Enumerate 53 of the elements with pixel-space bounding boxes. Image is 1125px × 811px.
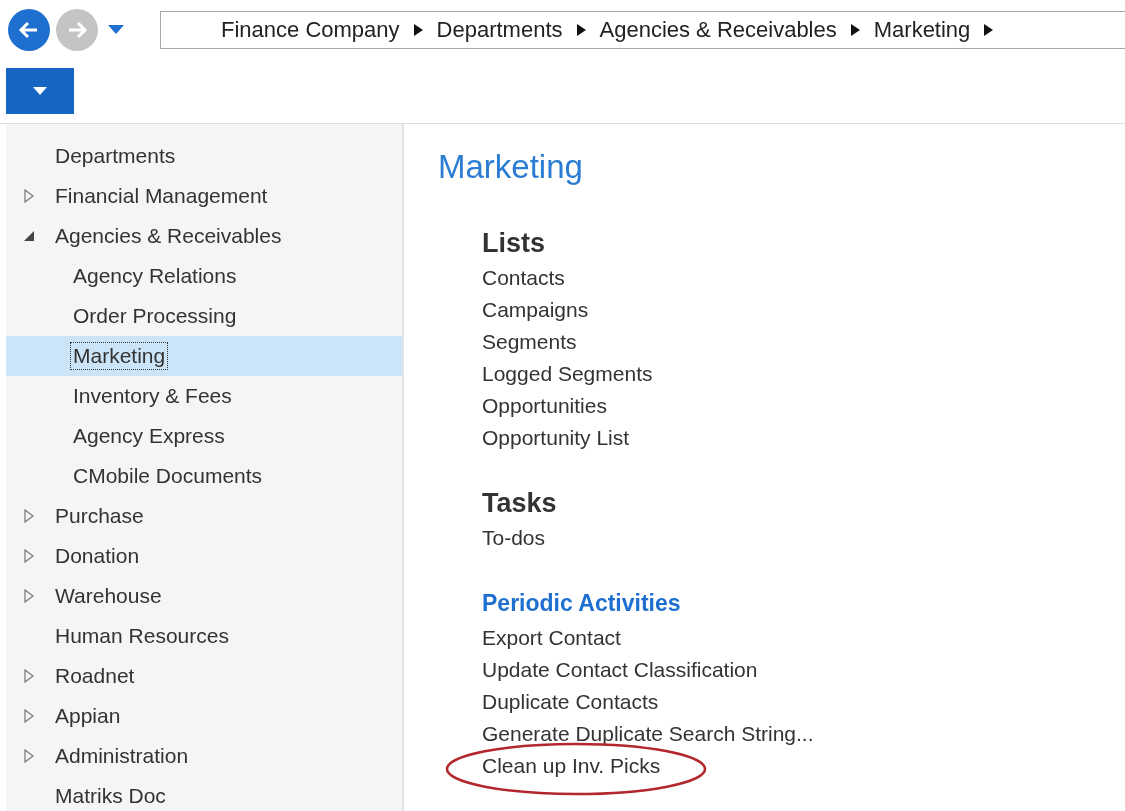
breadcrumb-item[interactable]: Finance Company	[221, 17, 400, 43]
action-link[interactable]: Duplicate Contacts	[482, 686, 659, 718]
tree-item[interactable]: Inventory & Fees	[70, 382, 235, 410]
tree-item[interactable]: Warehouse	[52, 582, 165, 610]
caret-icon	[33, 87, 47, 95]
tree-item[interactable]: Human Resources	[52, 622, 232, 650]
back-button[interactable]	[8, 9, 50, 51]
section-heading: Lists	[482, 227, 546, 260]
breadcrumb-arrow-icon[interactable]	[576, 24, 586, 36]
page-title: Marketing	[438, 148, 583, 186]
tree-item[interactable]: CMobile Documents	[70, 462, 266, 490]
caret-icon	[108, 25, 124, 35]
tree-item[interactable]: Appian	[52, 702, 124, 730]
tree-item[interactable]: Roadnet	[52, 662, 138, 690]
tree-item[interactable]: Agency Relations	[70, 262, 240, 290]
address-bar[interactable]: Finance Company Departments Agencies & Receivables Marketing	[160, 11, 1125, 49]
tree-item[interactable]: Marketing	[70, 342, 169, 370]
action-link[interactable]: Generate Duplicate Search String...	[482, 718, 814, 750]
action-link[interactable]: Contacts	[482, 262, 565, 294]
collapsed-arrow-icon[interactable]	[24, 549, 34, 563]
breadcrumb-item[interactable]: Departments	[436, 17, 563, 43]
tree-item[interactable]: Agencies & Receivables	[52, 222, 285, 250]
section-heading: Periodic Activities	[482, 589, 681, 618]
collapsed-arrow-icon[interactable]	[24, 749, 34, 763]
action-link[interactable]: Campaigns	[482, 294, 589, 326]
breadcrumb-item[interactable]: Marketing	[873, 17, 971, 43]
tree-item[interactable]: Departments	[52, 142, 179, 170]
breadcrumb-item[interactable]: Agencies & Receivables	[599, 17, 837, 43]
collapsed-arrow-icon[interactable]	[24, 189, 34, 203]
action-link[interactable]: Export Contact	[482, 622, 621, 654]
tree-item[interactable]: Financial Management	[52, 182, 271, 210]
expanded-arrow-icon[interactable]	[23, 230, 35, 242]
breadcrumb-arrow-icon[interactable]	[413, 24, 423, 36]
breadcrumb-arrow-icon[interactable]	[984, 24, 994, 36]
action-link[interactable]: Opportunity List	[482, 422, 630, 454]
action-link[interactable]: To-dos	[482, 522, 546, 554]
tree-item[interactable]: Administration	[52, 742, 192, 770]
collapsed-arrow-icon[interactable]	[24, 669, 34, 683]
tree-item[interactable]: Agency Express	[70, 422, 228, 450]
breadcrumb-arrow-icon[interactable]	[850, 24, 860, 36]
action-link[interactable]: Update Contact Classification	[482, 654, 758, 686]
tree-item[interactable]: Donation	[52, 542, 143, 570]
tree-item[interactable]: Order Processing	[70, 302, 240, 330]
action-link[interactable]: Logged Segments	[482, 358, 653, 390]
tree-item[interactable]: Matriks Doc	[52, 782, 169, 810]
action-link[interactable]: Segments	[482, 326, 577, 358]
tree-item[interactable]: Purchase	[52, 502, 147, 530]
collapsed-arrow-icon[interactable]	[24, 589, 34, 603]
collapsed-arrow-icon[interactable]	[24, 709, 34, 723]
section-heading: Tasks	[482, 487, 557, 520]
collapsed-arrow-icon[interactable]	[24, 509, 34, 523]
selected-row[interactable]: Marketing	[6, 336, 402, 376]
action-link[interactable]: Opportunities	[482, 390, 607, 422]
